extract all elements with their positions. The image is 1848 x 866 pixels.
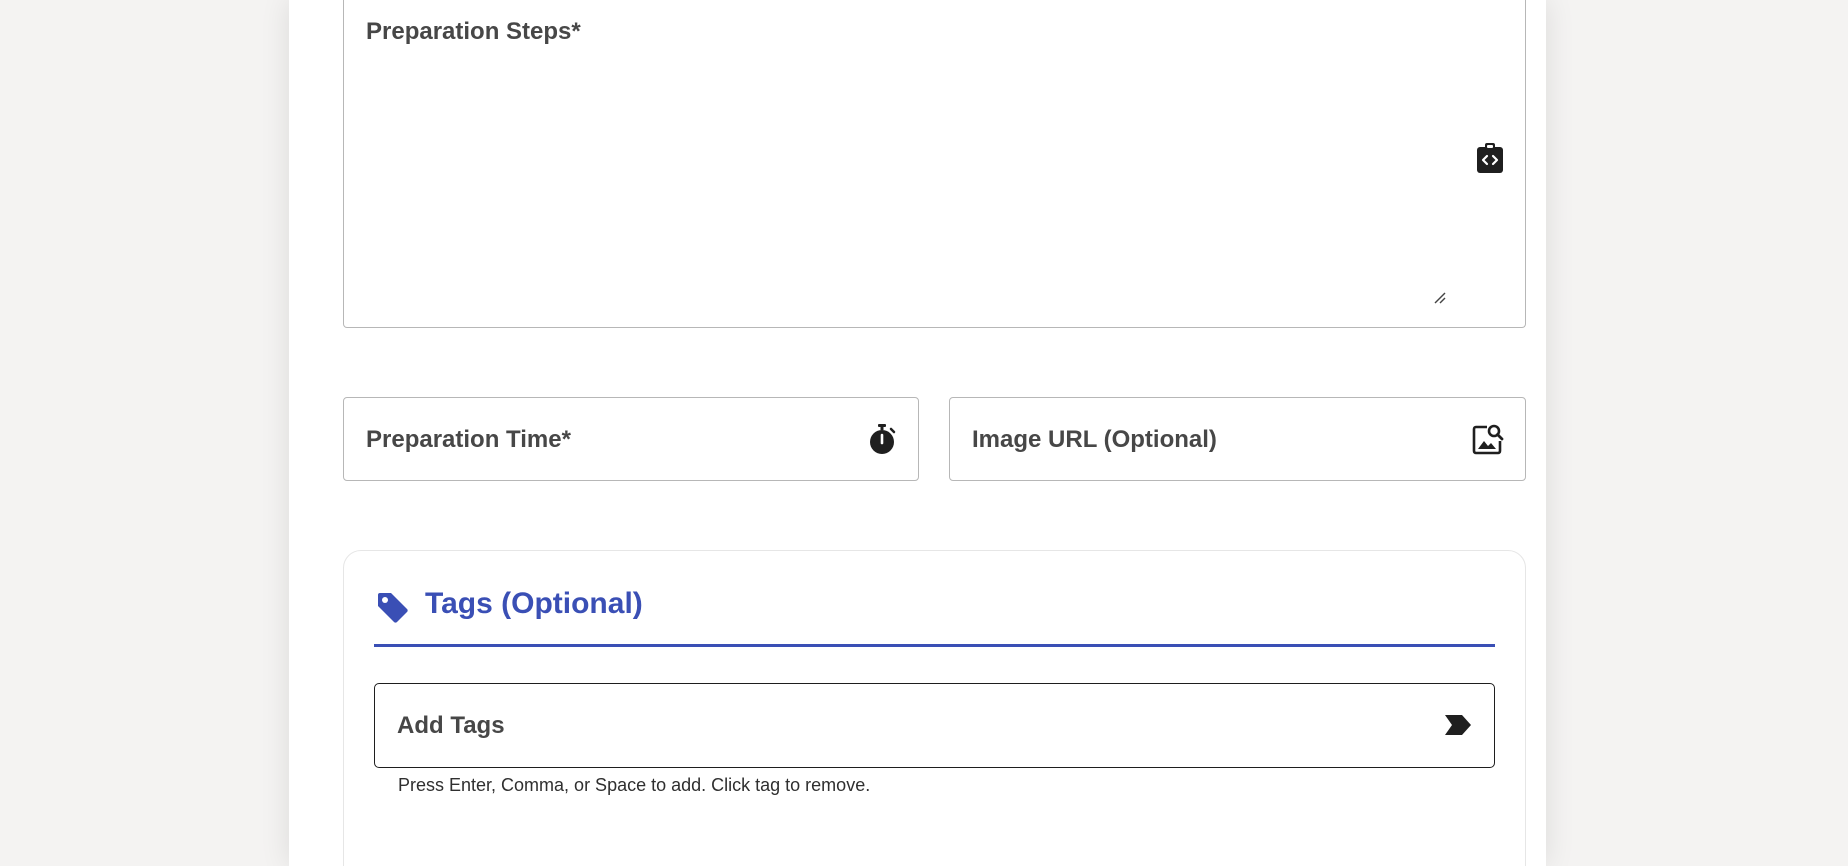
- add-tags-input[interactable]: Add Tags: [374, 683, 1495, 768]
- code-clipboard-icon: [1475, 141, 1505, 175]
- image-url-field[interactable]: Image URL (Optional): [949, 397, 1526, 481]
- image-search-icon: [1471, 422, 1505, 456]
- add-tags-label: Add Tags: [397, 712, 505, 739]
- preparation-steps-label: Preparation Steps*: [366, 18, 581, 45]
- resize-handle-icon[interactable]: [1433, 291, 1447, 305]
- label-arrow-icon: [1444, 713, 1472, 737]
- stopwatch-icon: [866, 422, 898, 456]
- tags-section-title: Tags (Optional): [425, 587, 643, 620]
- tags-help-text: Press Enter, Comma, or Space to add. Cli…: [398, 775, 871, 795]
- preparation-time-label: Preparation Time*: [366, 426, 571, 453]
- preparation-time-field[interactable]: Preparation Time*: [343, 397, 919, 481]
- tags-divider: [374, 644, 1495, 647]
- tags-section: Tags (Optional) Add Tags Press Enter, Co…: [343, 550, 1526, 866]
- preparation-steps-textarea[interactable]: Preparation Steps*: [343, 0, 1526, 328]
- tag-icon: [374, 589, 410, 625]
- image-url-label: Image URL (Optional): [972, 426, 1217, 453]
